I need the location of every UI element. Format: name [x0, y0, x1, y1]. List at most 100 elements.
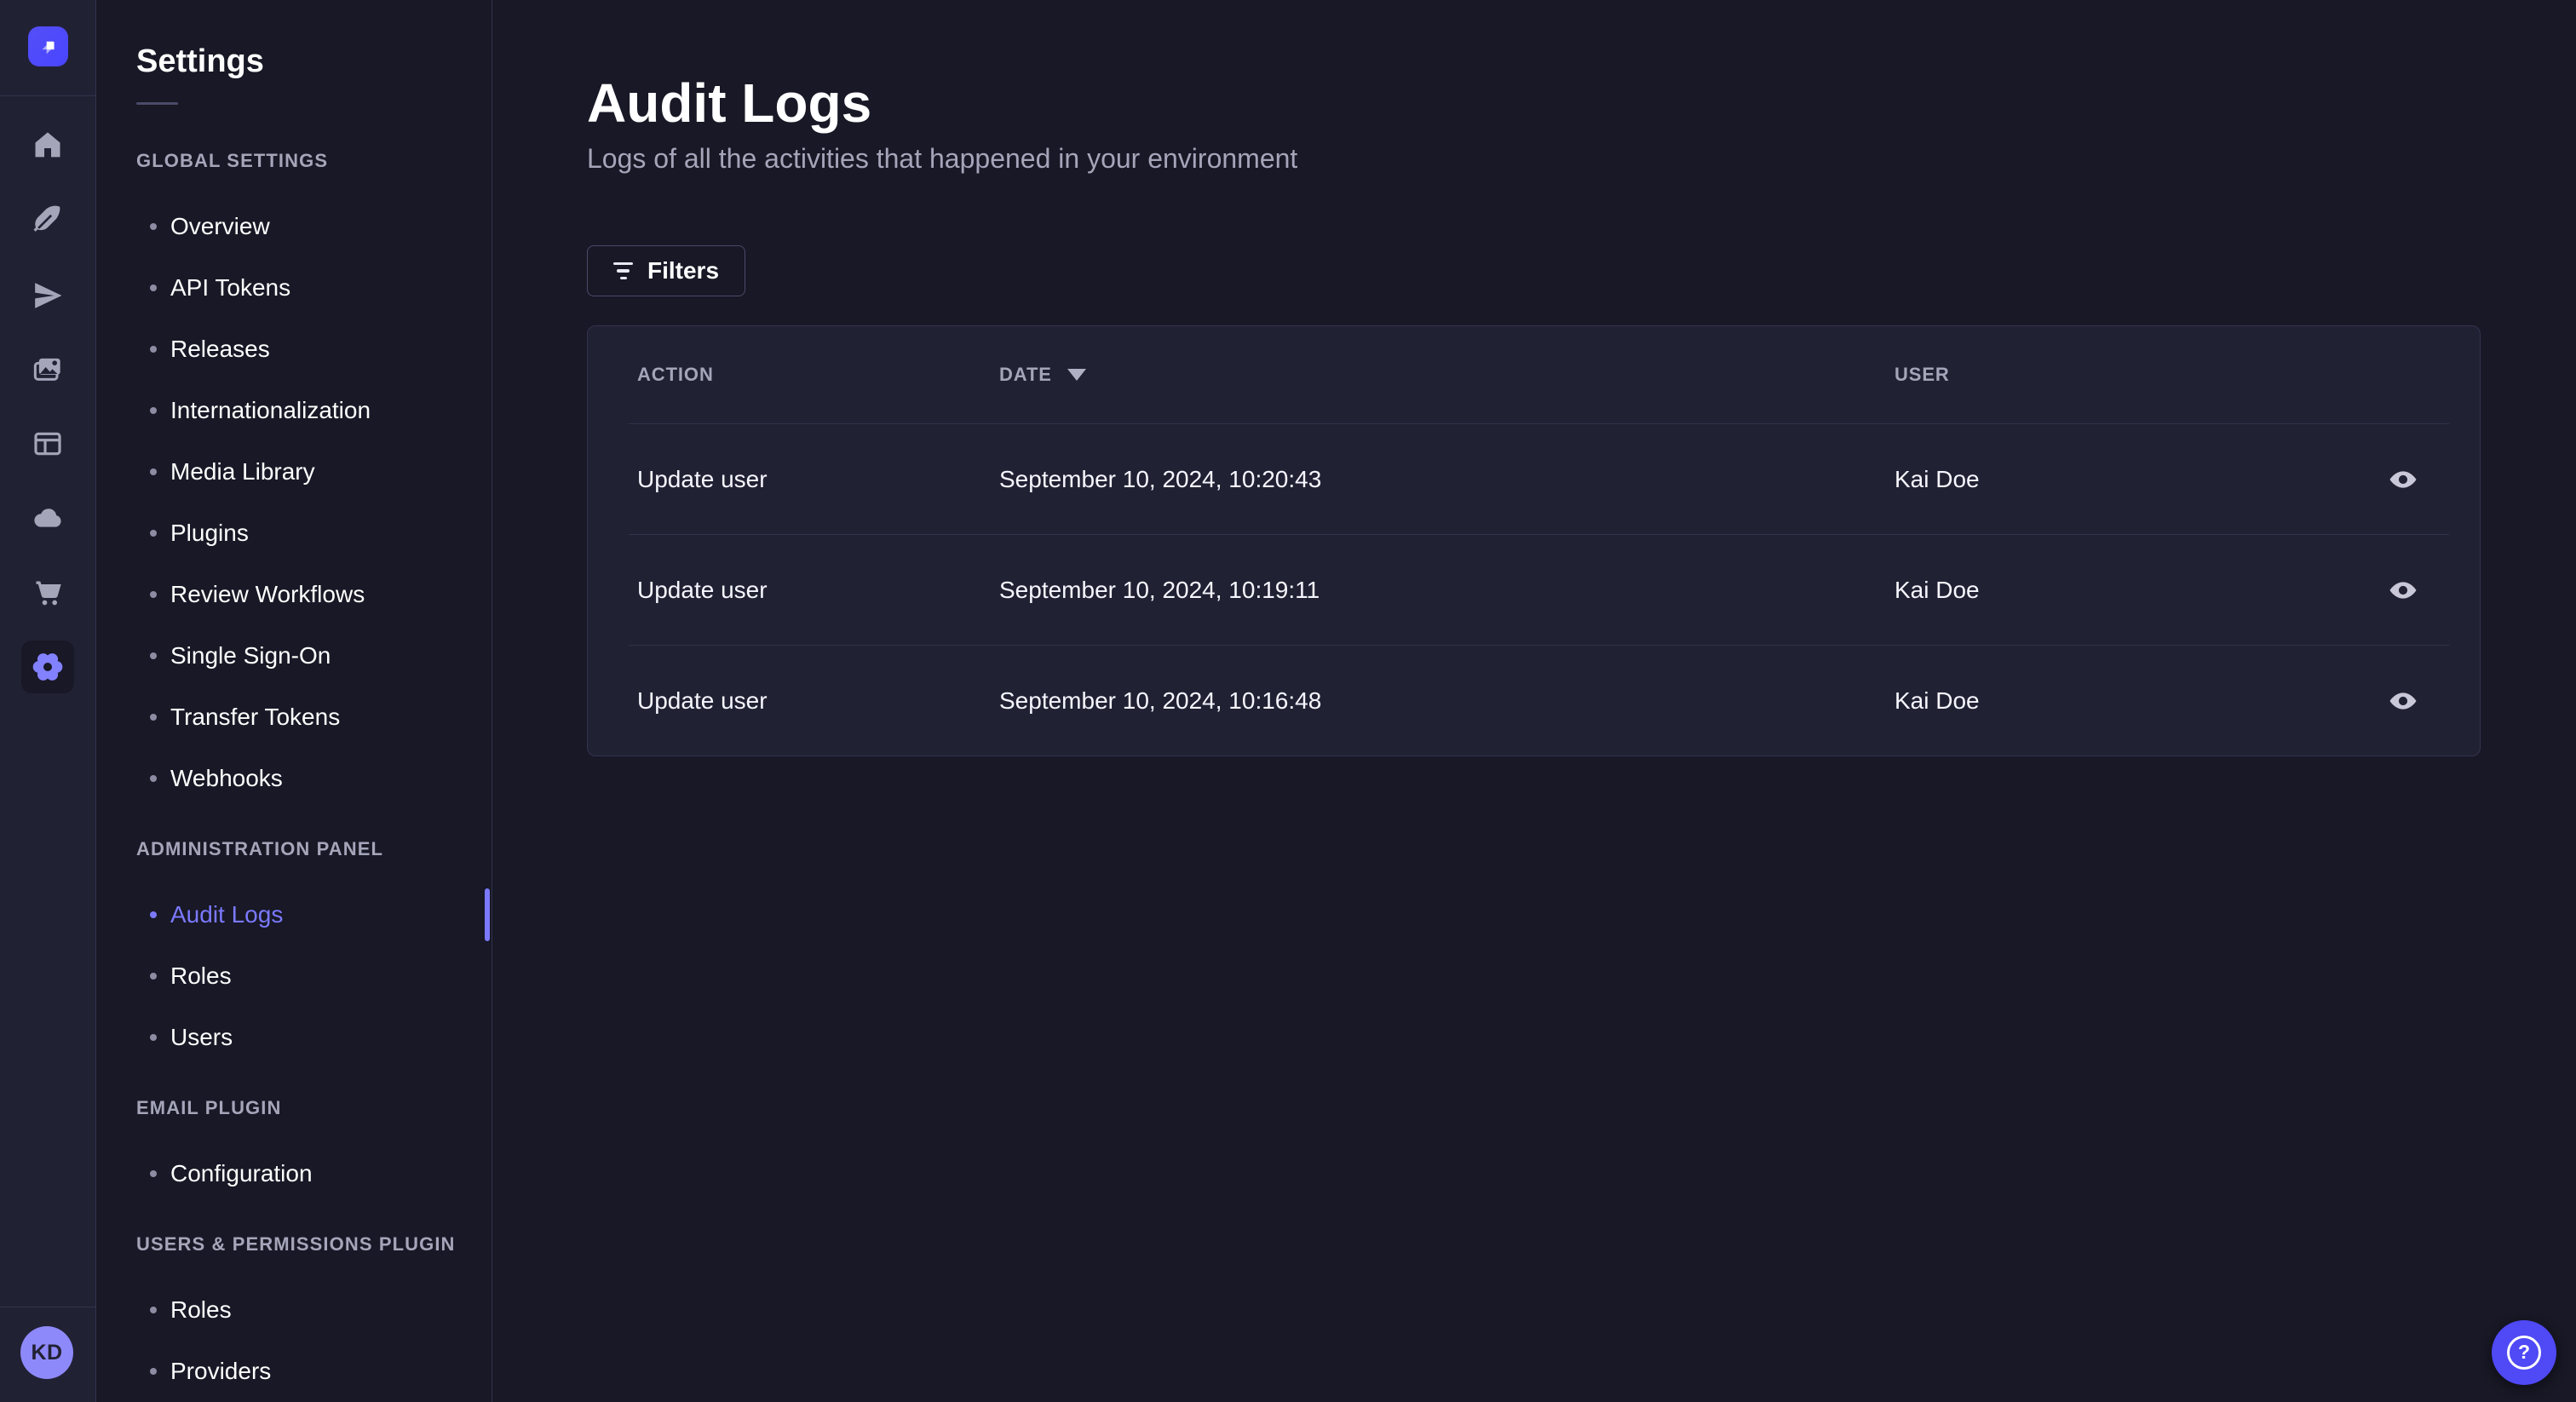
subnav-item-users[interactable]: Users — [96, 1007, 492, 1068]
subnav-section: EMAIL PLUGIN Configuration — [96, 1095, 492, 1204]
subnav-section-label: USERS & PERMISSIONS PLUGIN — [136, 1233, 456, 1255]
bullet-icon — [150, 468, 157, 475]
subnav-item-overview[interactable]: Overview — [96, 196, 492, 257]
avatar-initials: KD — [31, 1340, 63, 1365]
rail-divider — [0, 95, 96, 96]
bullet-icon — [150, 346, 157, 353]
subnav-item-providers[interactable]: Providers — [96, 1341, 492, 1402]
column-header-date[interactable]: DATE — [999, 364, 1895, 386]
help-button[interactable]: ? — [2492, 1320, 2556, 1385]
subnav-section: ADMINISTRATION PANEL Audit Logs Roles Us… — [96, 836, 492, 1068]
bullet-icon — [150, 284, 157, 291]
settings-icon[interactable] — [21, 641, 74, 693]
subnav-section-label: GLOBAL SETTINGS — [136, 150, 329, 171]
column-header-user[interactable]: USER — [1895, 364, 2353, 386]
bullet-icon — [150, 911, 157, 918]
subnav-item-label: Internationalization — [170, 397, 371, 423]
cell-action: Update user — [637, 576, 768, 603]
cell-user: Kai Doe — [1895, 687, 1980, 714]
strapi-logo[interactable] — [28, 26, 68, 66]
question-icon: ? — [2507, 1336, 2541, 1370]
table-body: Update user September 10, 2024, 10:20:43… — [588, 423, 2480, 756]
eye-icon — [2389, 692, 2417, 710]
subnav-item-label: Configuration — [170, 1160, 313, 1187]
cell-user: Kai Doe — [1895, 576, 1980, 603]
subnav-item-label: Roles — [170, 1296, 232, 1323]
eye-icon — [2389, 470, 2417, 488]
bullet-icon — [150, 652, 157, 659]
cell-date: September 10, 2024, 10:20:43 — [999, 465, 1322, 492]
active-item-indicator — [485, 888, 490, 941]
subnav-title: Settings — [136, 43, 264, 79]
cell-action: Update user — [637, 465, 768, 492]
table-row-group: Update user September 10, 2024, 10:16:48… — [588, 645, 2480, 756]
subnav-list: Overview API Tokens Releases Internation… — [96, 196, 492, 809]
subnav-section-label: ADMINISTRATION PANEL — [136, 838, 384, 859]
audit-logs-table: ACTION DATE USER Update user September 1… — [587, 325, 2481, 756]
subnav-item-internationalization[interactable]: Internationalization — [96, 380, 492, 441]
table-header-row: ACTION DATE USER — [588, 326, 2480, 423]
table-row[interactable]: Update user September 10, 2024, 10:20:43… — [588, 424, 2480, 534]
cloud-icon[interactable] — [21, 491, 74, 544]
subnav-sections: GLOBAL SETTINGS Overview API Tokens Rele… — [96, 148, 492, 1402]
subnav-item-audit-logs[interactable]: Audit Logs — [96, 884, 492, 945]
bullet-icon — [150, 1368, 157, 1375]
view-details-button[interactable] — [2383, 571, 2423, 610]
layout-icon[interactable] — [21, 417, 74, 470]
subnav-item-roles[interactable]: Roles — [96, 945, 492, 1007]
subnav-item-plugins[interactable]: Plugins — [96, 503, 492, 564]
cell-user: Kai Doe — [1895, 465, 1980, 492]
page-title: Audit Logs — [587, 72, 872, 134]
subnav-item-configuration[interactable]: Configuration — [96, 1143, 492, 1204]
subnav-item-transfer-tokens[interactable]: Transfer Tokens — [96, 687, 492, 748]
subnav-item-label: Transfer Tokens — [170, 704, 341, 730]
column-header-action[interactable]: ACTION — [637, 364, 999, 386]
bullet-icon — [150, 1307, 157, 1313]
user-avatar[interactable]: KD — [20, 1326, 73, 1379]
subnav-item-api-tokens[interactable]: API Tokens — [96, 257, 492, 319]
subnav-item-label: Plugins — [170, 520, 249, 546]
bullet-icon — [150, 1170, 157, 1177]
subnav-item-single-sign-on[interactable]: Single Sign-On — [96, 625, 492, 687]
subnav-item-label: Media Library — [170, 458, 315, 485]
cart-icon[interactable] — [21, 566, 74, 619]
subnav-item-media-library[interactable]: Media Library — [96, 441, 492, 503]
bullet-icon — [150, 530, 157, 537]
subnav-item-label: Users — [170, 1024, 233, 1050]
eye-icon — [2389, 581, 2417, 599]
filters-button[interactable]: Filters — [587, 245, 746, 296]
subnav-item-label: Providers — [170, 1358, 272, 1384]
bullet-icon — [150, 1034, 157, 1041]
filters-button-label: Filters — [647, 257, 720, 284]
send-icon[interactable] — [21, 269, 74, 322]
sort-desc-icon[interactable] — [1067, 369, 1086, 381]
table-row[interactable]: Update user September 10, 2024, 10:19:11… — [588, 535, 2480, 645]
subnav-item-releases[interactable]: Releases — [96, 319, 492, 380]
subnav-item-label: API Tokens — [170, 274, 291, 301]
cell-action: Update user — [637, 687, 768, 714]
subnav-item-webhooks[interactable]: Webhooks — [96, 748, 492, 809]
subnav-list: Configuration — [96, 1143, 492, 1204]
bullet-icon — [150, 973, 157, 980]
feather-icon[interactable] — [21, 192, 74, 245]
subnav-item-roles[interactable]: Roles — [96, 1279, 492, 1341]
view-details-button[interactable] — [2383, 460, 2423, 499]
subnav-item-label: Webhooks — [170, 765, 283, 791]
table-row[interactable]: Update user September 10, 2024, 10:16:48… — [588, 646, 2480, 756]
bullet-icon — [150, 714, 157, 721]
subnav-title-rule — [136, 102, 178, 105]
subnav-item-label: Review Workflows — [170, 581, 365, 607]
media-library-icon[interactable] — [21, 343, 74, 396]
view-details-button[interactable] — [2383, 681, 2423, 721]
page-subtitle: Logs of all the activities that happened… — [587, 143, 1298, 174]
subnav-item-review-workflows[interactable]: Review Workflows — [96, 564, 492, 625]
strapi-logo-icon — [42, 41, 55, 54]
table-row-group: Update user September 10, 2024, 10:20:43… — [588, 423, 2480, 534]
subnav-item-label: Single Sign-On — [170, 642, 331, 669]
home-icon[interactable] — [21, 118, 74, 171]
table-row-group: Update user September 10, 2024, 10:19:11… — [588, 534, 2480, 645]
subnav-item-label: Overview — [170, 213, 270, 239]
audit-logs-page: Audit Logs Logs of all the activities th… — [492, 0, 2576, 1402]
main-nav-rail: KD — [0, 0, 96, 1402]
filter-icon — [613, 261, 633, 280]
